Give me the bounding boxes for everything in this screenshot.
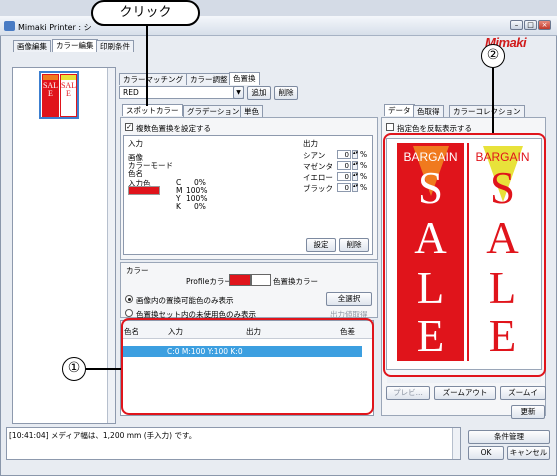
marker-one: ① bbox=[62, 357, 86, 381]
select-all-button[interactable]: 全選択 bbox=[326, 292, 372, 306]
cmyk-k-channel: K bbox=[176, 202, 181, 211]
replace-color-swatch[interactable] bbox=[251, 274, 271, 286]
output-magenta-unit: % bbox=[360, 161, 368, 170]
output-yellow-unit: % bbox=[360, 172, 368, 181]
thumbnail-banner-left bbox=[43, 75, 58, 80]
output-cyan-stepper[interactable]: ▴▾ bbox=[352, 150, 358, 159]
output-yellow-label: イエロー bbox=[303, 173, 333, 182]
radio-replaceable-only-label: 画像内の置換可能色のみ表示 bbox=[136, 296, 234, 305]
output-magenta-label: マゼンタ bbox=[303, 162, 333, 171]
replace-color-label: 色置換カラー bbox=[273, 277, 318, 286]
color-set-select[interactable]: RED bbox=[119, 86, 244, 99]
close-icon[interactable]: × bbox=[538, 20, 551, 30]
invert-checkbox[interactable] bbox=[386, 123, 394, 131]
conditions-button[interactable]: 条件管理 bbox=[468, 430, 550, 444]
chevron-down-icon[interactable]: ▼ bbox=[233, 86, 244, 99]
color-set-value: RED bbox=[123, 88, 139, 97]
set-button[interactable]: 設定 bbox=[306, 238, 336, 252]
tab-color-edit[interactable]: カラー編集 bbox=[52, 39, 98, 52]
output-cyan-label: シアン bbox=[303, 151, 326, 160]
output-black-stepper[interactable]: ▴▾ bbox=[352, 183, 358, 192]
output-black-input[interactable]: 0 bbox=[337, 183, 351, 192]
click-callout: クリック bbox=[91, 0, 200, 26]
tab-data[interactable]: データ bbox=[384, 104, 415, 116]
zoom-in-button[interactable]: ズームイ bbox=[500, 386, 546, 400]
cancel-button[interactable]: キャンセル bbox=[507, 446, 550, 460]
radio-replaceable-only[interactable] bbox=[125, 295, 133, 303]
minimize-icon[interactable]: – bbox=[510, 20, 523, 30]
marker-two: ② bbox=[481, 44, 505, 68]
output-magenta-input[interactable]: 0 bbox=[337, 161, 351, 170]
app-icon bbox=[4, 21, 15, 31]
thumbnail-item[interactable]: SALE SALE bbox=[39, 71, 79, 119]
output-black-unit: % bbox=[360, 183, 368, 192]
color-heading: カラー bbox=[126, 266, 149, 275]
output-heading: 出力 bbox=[303, 139, 318, 148]
radio-unused-only[interactable] bbox=[125, 309, 133, 317]
ok-button[interactable]: OK bbox=[468, 446, 504, 460]
thumbnail-banner-right bbox=[61, 75, 76, 80]
preview-highlight-box bbox=[383, 133, 546, 377]
preview-button[interactable]: プレビ... bbox=[386, 386, 430, 400]
input-color-swatch bbox=[128, 186, 160, 195]
tab-color-matching[interactable]: カラーマッチング bbox=[119, 73, 187, 85]
output-black-label: ブラック bbox=[303, 184, 333, 193]
tab-print-conditions[interactable]: 印刷条件 bbox=[96, 40, 134, 52]
log-scrollbar[interactable] bbox=[452, 428, 460, 459]
tab-spot-color[interactable]: スポットカラー bbox=[122, 104, 183, 116]
window-title: Mimaki Printer : シ bbox=[18, 23, 92, 32]
profile-color-label: Profileカラー bbox=[186, 277, 232, 286]
tab-single-color[interactable]: 単色 bbox=[240, 105, 263, 117]
marker-two-leader-line bbox=[492, 68, 494, 134]
maximize-icon[interactable]: □ bbox=[524, 20, 537, 30]
tab-color-adjust[interactable]: カラー調整 bbox=[186, 73, 232, 85]
tab-image-edit[interactable]: 画像編集 bbox=[13, 40, 51, 52]
zoom-out-button[interactable]: ズームアウト bbox=[434, 386, 496, 400]
output-yellow-stepper[interactable]: ▴▾ bbox=[352, 172, 358, 181]
thumbnail-text-left: SALE bbox=[42, 81, 59, 98]
thumbnail-text-right: SALE bbox=[60, 81, 77, 98]
log-message: [10:41:04] メディア幅は、1,200 mm (手入力) です。 bbox=[9, 431, 197, 440]
add-button[interactable]: 追加 bbox=[247, 86, 271, 100]
profile-color-swatch bbox=[229, 274, 251, 286]
cmyk-k-value: 0% bbox=[194, 202, 206, 211]
output-magenta-stepper[interactable]: ▴▾ bbox=[352, 161, 358, 170]
input-heading: 入力 bbox=[128, 139, 143, 148]
tab-color-pick[interactable]: 色取得 bbox=[413, 105, 444, 117]
refresh-button[interactable]: 更新 bbox=[511, 405, 545, 419]
multi-replace-checkbox[interactable]: ✓ bbox=[125, 123, 133, 131]
delete-output-button[interactable]: 削除 bbox=[339, 238, 369, 252]
tab-color-collection[interactable]: カラーコレクション bbox=[449, 105, 525, 117]
io-box bbox=[123, 135, 373, 255]
tab-gradation[interactable]: グラデーション bbox=[183, 105, 244, 117]
multi-replace-label: 複数色置換を設定する bbox=[136, 124, 211, 133]
output-cyan-input[interactable]: 0 bbox=[337, 150, 351, 159]
callout-leader-line bbox=[146, 26, 148, 106]
marker-one-leader-line bbox=[86, 368, 121, 370]
output-yellow-input[interactable]: 0 bbox=[337, 172, 351, 181]
table-highlight-box bbox=[121, 318, 374, 415]
tab-color-replace[interactable]: 色置換 bbox=[229, 72, 260, 85]
delete-set-button[interactable]: 削除 bbox=[274, 86, 298, 100]
output-cyan-unit: % bbox=[360, 150, 368, 159]
